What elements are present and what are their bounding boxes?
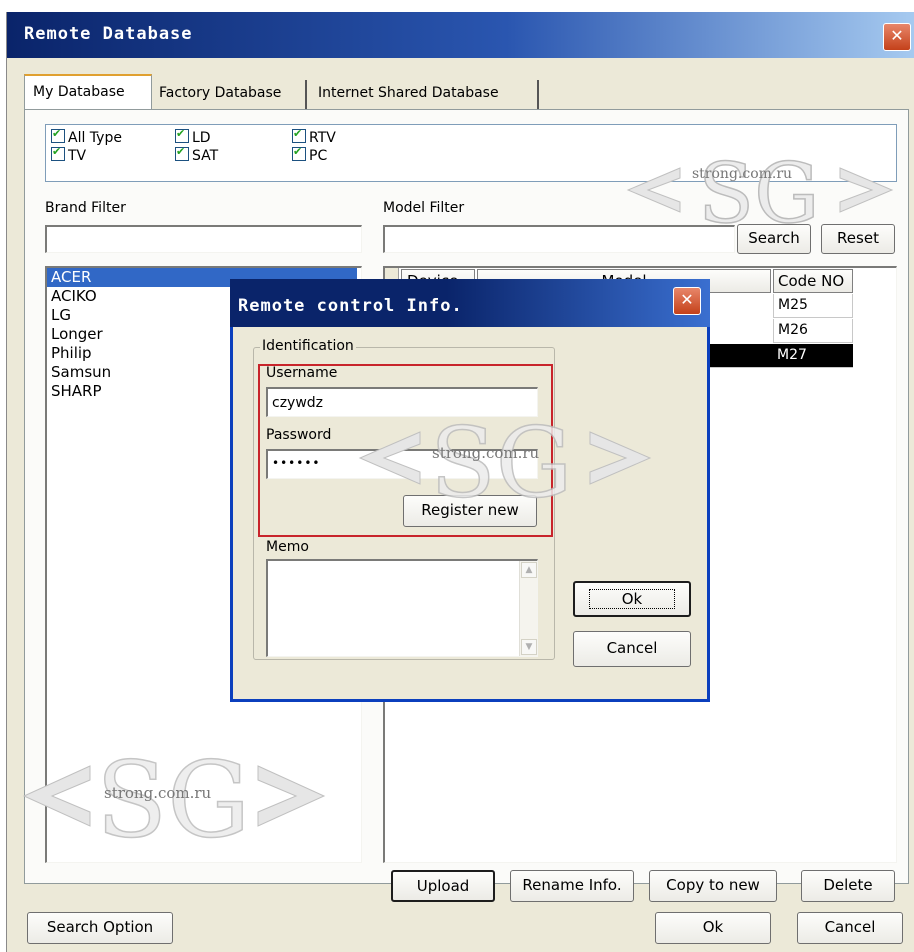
dialog-cancel-button-label: Cancel [606,639,658,657]
tab-strip: My Database Factory Database Internet Sh… [24,74,544,110]
scroll-down-icon[interactable]: ▼ [521,639,537,655]
brand-list-item-label: Samsun [51,363,112,381]
remote-control-info-dialog: Remote control Info. ✕ Identification Us… [230,279,710,702]
checkbox-all-type-box[interactable] [51,127,65,143]
brand-filter-input[interactable] [45,225,362,253]
model-filter-input[interactable] [383,225,735,253]
search-button-label: Search [748,229,800,247]
checkbox-all-type[interactable]: All Type [51,127,122,146]
dialog-title-bar: Remote control Info. [230,279,710,327]
reset-button[interactable]: Reset [821,224,895,254]
dialog-ok-button-label: Ok [588,589,676,609]
checkbox-sat-box[interactable] [175,145,189,161]
model-filter-label: Model Filter [383,200,465,216]
main-cancel-button-label: Cancel [824,918,876,936]
main-ok-button-label: Ok [702,918,724,936]
checkbox-pc-label: PC [309,148,328,164]
rename-info-button[interactable]: Rename Info. [510,870,634,902]
identification-group-label: Identification [260,338,356,354]
main-close-button[interactable]: ✕ [883,23,911,51]
checkbox-all-type-label: All Type [68,130,122,146]
main-ok-button[interactable]: Ok [655,912,771,944]
dialog-cancel-button[interactable]: Cancel [573,631,691,667]
delete-button[interactable]: Delete [801,870,895,902]
brand-list-item-label: ACER [51,268,92,286]
checkbox-pc-box[interactable] [292,145,306,161]
tab-my-database[interactable]: My Database [24,74,152,110]
brand-list-item-label: Longer [51,325,103,343]
checkbox-rtv-box[interactable] [292,127,306,143]
memo-textarea[interactable]: ▲ ▼ [266,559,538,657]
username-input[interactable] [266,387,538,417]
main-title-bar: Remote Database [7,12,914,58]
search-option-button[interactable]: Search Option [27,912,173,944]
brand-list-item-label: SHARP [51,382,102,400]
close-icon: ✕ [890,26,904,45]
grid-cell-code: M27 [773,344,853,368]
checkbox-rtv-label: RTV [309,130,336,146]
search-button[interactable]: Search [737,224,811,254]
copy-to-new-button-label: Copy to new [666,876,760,894]
delete-button-label: Delete [823,876,873,894]
checkbox-rtv[interactable]: RTV [292,127,336,146]
search-option-button-label: Search Option [46,918,154,936]
main-cancel-button[interactable]: Cancel [797,912,903,944]
memo-label: Memo [266,539,309,555]
scroll-up-icon[interactable]: ▲ [521,562,537,578]
register-new-button[interactable]: Register new [403,495,537,527]
tab-internet-shared-database[interactable]: Internet Shared Database [313,80,539,110]
password-label: Password [266,427,332,443]
close-icon: ✕ [680,290,694,309]
copy-to-new-button[interactable]: Copy to new [649,870,777,902]
checkbox-ld[interactable]: LD [175,127,211,146]
rename-info-button-label: Rename Info. [522,876,622,894]
register-new-button-label: Register new [421,501,519,519]
checkbox-pc[interactable]: PC [292,145,328,164]
checkbox-tv-label: TV [68,148,87,164]
password-mask: •••••• [272,456,321,470]
upload-button[interactable]: Upload [391,870,495,902]
grid-cell-code: M25 [773,294,853,318]
type-filter-box: All Type TV LD SAT RTV PC [45,124,897,182]
brand-list-item-label: ACIKO [51,287,97,305]
grid-header-code[interactable]: Code NO [773,269,853,293]
brand-filter-label: Brand Filter [45,200,126,216]
grid-cell-code: M26 [773,319,853,343]
dialog-close-button[interactable]: ✕ [673,287,701,315]
checkbox-sat[interactable]: SAT [175,145,219,164]
tab-factory-database-label: Factory Database [159,85,282,101]
grid-header-code-label: Code NO [778,272,845,290]
username-label: Username [266,365,338,381]
checkbox-tv-box[interactable] [51,145,65,161]
dialog-title: Remote control Info. [238,296,463,316]
checkbox-sat-label: SAT [192,148,219,164]
upload-button-label: Upload [416,877,470,895]
dialog-ok-button[interactable]: Ok [573,581,691,617]
checkbox-ld-box[interactable] [175,127,189,143]
brand-list-item-label: LG [51,306,71,324]
tab-internet-shared-database-label: Internet Shared Database [318,85,499,101]
tab-my-database-label: My Database [33,84,125,100]
brand-list-item-label: Philip [51,344,92,362]
memo-scrollbar[interactable]: ▲ ▼ [519,561,537,656]
reset-button-label: Reset [837,229,879,247]
password-input[interactable]: •••••• [266,449,538,479]
tab-factory-database[interactable]: Factory Database [155,80,307,110]
checkbox-ld-label: LD [192,130,211,146]
checkbox-tv[interactable]: TV [51,145,87,164]
main-window-title: Remote Database [24,24,193,44]
